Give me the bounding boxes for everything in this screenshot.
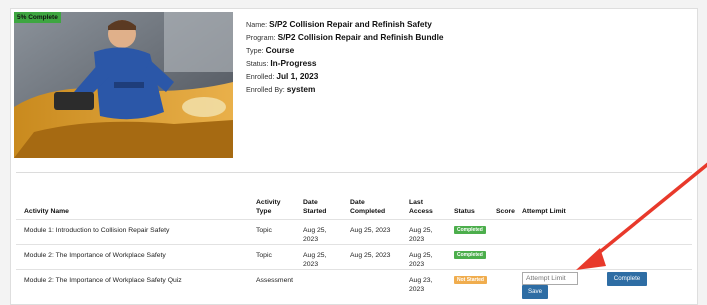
section-divider bbox=[16, 172, 692, 173]
course-type-row: Type: Course bbox=[246, 44, 444, 57]
attempt-limit-input[interactable] bbox=[522, 272, 578, 285]
row-3-last-access: Aug 23, 2023 bbox=[409, 277, 433, 293]
course-program: S/P2 Collision Repair and Refinish Bundl… bbox=[277, 32, 444, 42]
header-status: Status bbox=[454, 208, 475, 215]
row-2-completed: Aug 25, 2023 bbox=[350, 252, 391, 259]
course-status-row: Status: In-Progress bbox=[246, 57, 444, 70]
course-enrolled-by-row: Enrolled By: system bbox=[246, 83, 444, 96]
course-enrolled: Jul 1, 2023 bbox=[276, 71, 319, 81]
save-button[interactable]: Save bbox=[522, 285, 548, 299]
row-2-status-badge: Completed bbox=[454, 251, 486, 259]
row-divider bbox=[16, 244, 692, 245]
header-date-started: Date Started bbox=[303, 199, 327, 215]
complete-button[interactable]: Complete bbox=[607, 272, 647, 286]
row-2-type: Topic bbox=[256, 252, 272, 259]
course-enrolled-row: Enrolled: Jul 1, 2023 bbox=[246, 70, 444, 83]
header-activity-type: Activity Type bbox=[256, 199, 281, 215]
row-1-started: Aug 25, 2023 bbox=[303, 227, 327, 243]
row-3-name: Module 2: The Importance of Workplace Sa… bbox=[24, 277, 182, 284]
row-3-status-badge: Not Started bbox=[454, 276, 487, 284]
course-enrolled-by: system bbox=[286, 84, 316, 94]
course-name: S/P2 Collision Repair and Refinish Safet… bbox=[269, 19, 432, 29]
header-attempt-limit: Attempt Limit bbox=[522, 208, 566, 215]
row-1-type: Topic bbox=[256, 227, 272, 234]
course-image bbox=[14, 12, 233, 158]
course-enrolled-label: Enrolled: bbox=[246, 72, 275, 81]
header-last-access: Last Access bbox=[409, 199, 433, 215]
progress-bar: 5% Complete bbox=[14, 12, 61, 23]
course-name-label: Name: bbox=[246, 20, 268, 29]
header-score: Score bbox=[496, 208, 515, 215]
progress-label: 5% Complete bbox=[17, 14, 58, 21]
course-program-label: Program: bbox=[246, 33, 276, 42]
row-2-started: Aug 25, 2023 bbox=[303, 252, 327, 268]
header-date-completed: Date Completed bbox=[350, 199, 386, 215]
course-name-row: Name: S/P2 Collision Repair and Refinish… bbox=[246, 18, 444, 31]
row-2-last-access: Aug 25, 2023 bbox=[409, 252, 433, 268]
course-type-label: Type: bbox=[246, 46, 264, 55]
course-enrolled-by-label: Enrolled By: bbox=[246, 85, 285, 94]
course-status-label: Status: bbox=[246, 59, 269, 68]
header-activity-name: Activity Name bbox=[24, 208, 69, 215]
header-divider bbox=[16, 219, 692, 220]
row-1-name: Module 1: Introduction to Collision Repa… bbox=[24, 227, 170, 234]
course-type: Course bbox=[265, 45, 295, 55]
row-1-completed: Aug 25, 2023 bbox=[350, 227, 391, 234]
course-status: In-Progress bbox=[270, 58, 317, 68]
row-1-last-access: Aug 25, 2023 bbox=[409, 227, 433, 243]
row-2-name: Module 2: The Importance of Workplace Sa… bbox=[24, 252, 166, 259]
row-1-status-badge: Completed bbox=[454, 226, 486, 234]
row-3-type: Assessment bbox=[256, 277, 294, 284]
course-details: Name: S/P2 Collision Repair and Refinish… bbox=[246, 18, 444, 96]
row-divider bbox=[16, 269, 692, 270]
course-program-row: Program: S/P2 Collision Repair and Refin… bbox=[246, 31, 444, 44]
